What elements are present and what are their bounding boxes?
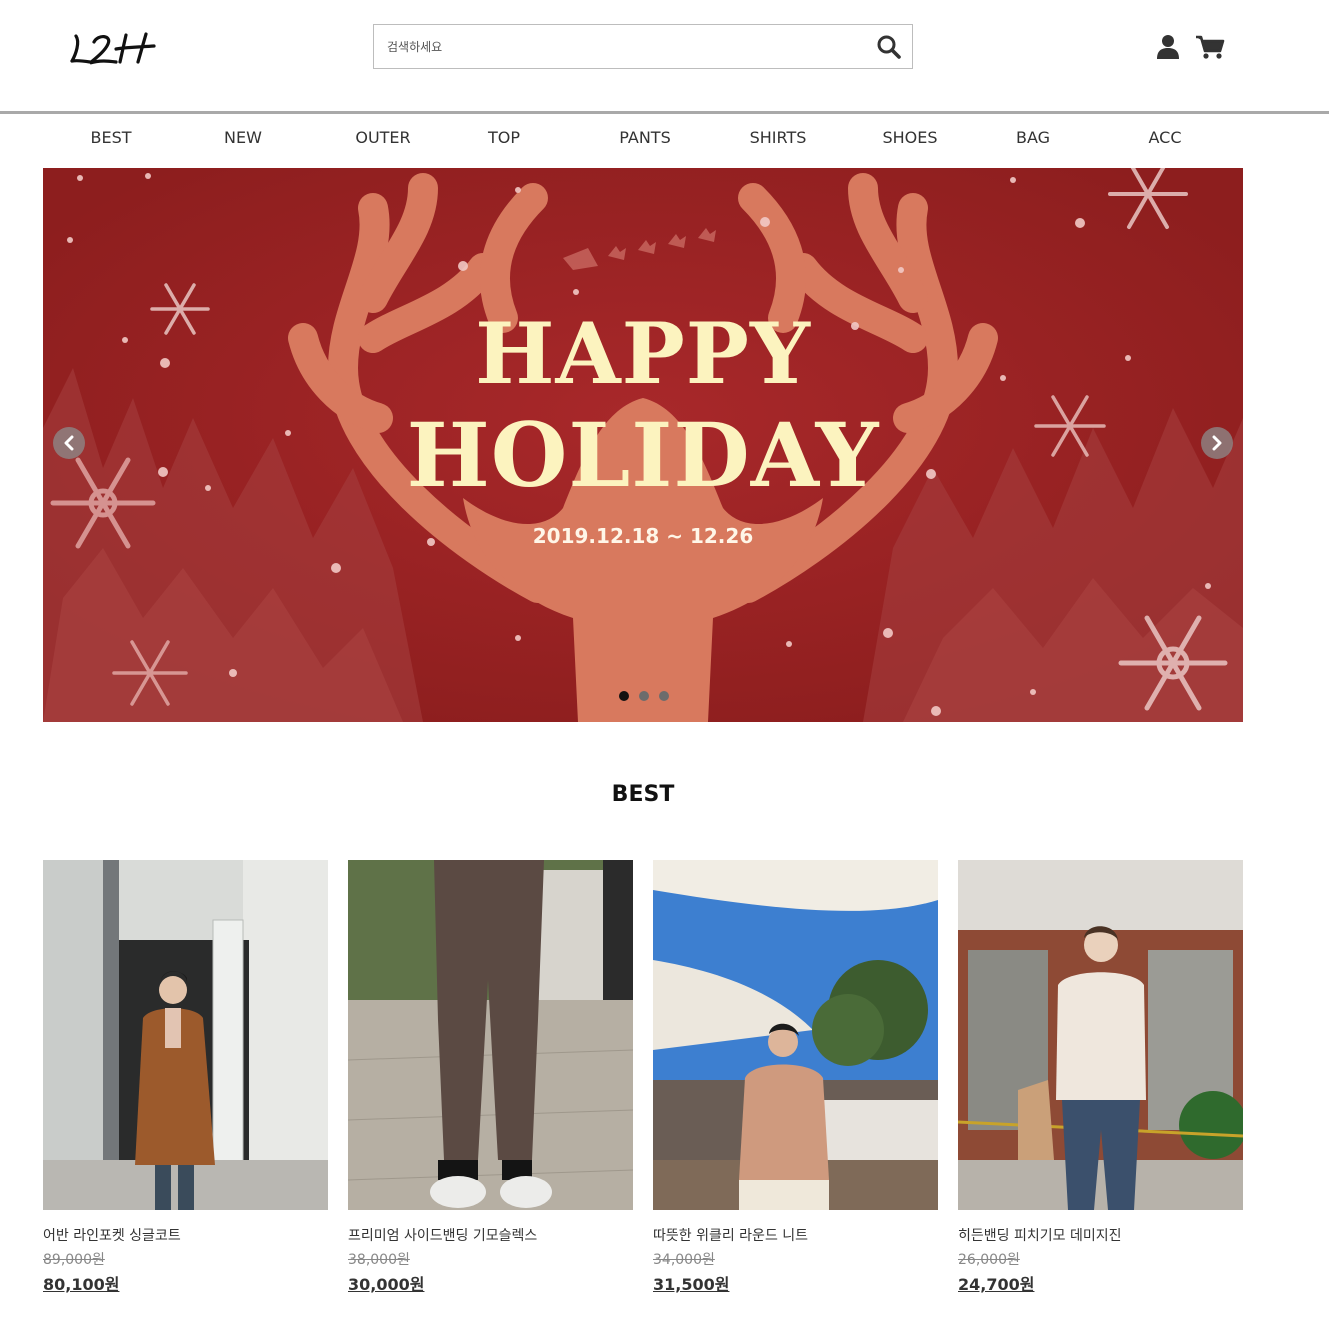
nav-item-outer[interactable]: OUTER <box>355 128 410 147</box>
product-name[interactable]: 프리미엄 사이드밴딩 기모슬렉스 <box>348 1225 537 1245</box>
nav-item-shirts[interactable]: SHIRTS <box>750 128 807 147</box>
product-card[interactable]: 프리미엄 사이드밴딩 기모슬렉스 38,000원 30,000원 <box>348 860 633 1300</box>
banner-date: 2019.12.18 ~ 12.26 <box>532 524 754 548</box>
user-icon[interactable] <box>1156 34 1180 60</box>
search-input[interactable] <box>374 25 854 68</box>
product-original-price: 38,000원 <box>348 1252 410 1268</box>
hero-banner[interactable]: HAPPY HOLIDAY 2019.12.18 ~ 12.26 <box>43 168 1243 722</box>
nav-item-bag[interactable]: BAG <box>1016 128 1050 147</box>
nav-item-top[interactable]: TOP <box>488 128 520 147</box>
header-divider <box>0 111 1329 114</box>
section-title-best: BEST <box>611 782 675 807</box>
product-sale-price: 24,700원 <box>958 1275 1035 1294</box>
nav-item-pants[interactable]: PANTS <box>619 128 670 147</box>
logo-script-mark <box>70 32 156 65</box>
banner-title-line2: HOLIDAY <box>406 403 880 507</box>
site-logo[interactable] <box>68 28 160 68</box>
cart-icon[interactable] <box>1195 34 1225 60</box>
product-image[interactable] <box>653 860 938 1210</box>
chevron-left-icon <box>64 435 74 451</box>
search-icon[interactable] <box>876 34 902 60</box>
product-card[interactable]: 히든밴딩 피치기모 데미지진 26,000원 24,700원 <box>958 860 1243 1300</box>
product-image[interactable] <box>958 860 1243 1210</box>
product-sale-price: 31,500원 <box>653 1275 730 1294</box>
product-image[interactable] <box>43 860 328 1210</box>
product-name[interactable]: 따뜻한 위클리 라운드 니트 <box>653 1225 808 1245</box>
product-original-price: 34,000원 <box>653 1252 715 1268</box>
product-sale-price: 30,000원 <box>348 1275 425 1294</box>
nav-item-shoes[interactable]: SHOES <box>882 128 937 147</box>
search-bar <box>373 24 913 69</box>
product-card[interactable]: 따뜻한 위클리 라운드 니트 34,000원 31,500원 <box>653 860 938 1300</box>
banner-next-button[interactable] <box>1201 427 1233 459</box>
product-original-price: 89,000원 <box>43 1252 105 1268</box>
banner-title-line1: HAPPY <box>475 304 811 403</box>
banner-dot-3[interactable] <box>659 691 669 701</box>
product-name[interactable]: 어반 라인포켓 싱글코트 <box>43 1225 181 1245</box>
banner-dot-2[interactable] <box>639 691 649 701</box>
nav-item-acc[interactable]: ACC <box>1148 128 1181 147</box>
product-name[interactable]: 히든밴딩 피치기모 데미지진 <box>958 1225 1121 1245</box>
nav-item-best[interactable]: BEST <box>90 128 131 147</box>
product-sale-price: 80,100원 <box>43 1275 120 1294</box>
banner-dot-1[interactable] <box>619 691 629 701</box>
banner-pagination <box>617 691 673 703</box>
product-image[interactable] <box>348 860 633 1210</box>
main-nav: BEST NEW OUTER TOP PANTS SHIRTS SHOES BA… <box>0 128 1329 158</box>
banner-prev-button[interactable] <box>53 427 85 459</box>
nav-item-new[interactable]: NEW <box>224 128 262 147</box>
chevron-right-icon <box>1212 435 1222 451</box>
product-card[interactable]: 어반 라인포켓 싱글코트 89,000원 80,100원 <box>43 860 328 1300</box>
product-original-price: 26,000원 <box>958 1252 1020 1268</box>
